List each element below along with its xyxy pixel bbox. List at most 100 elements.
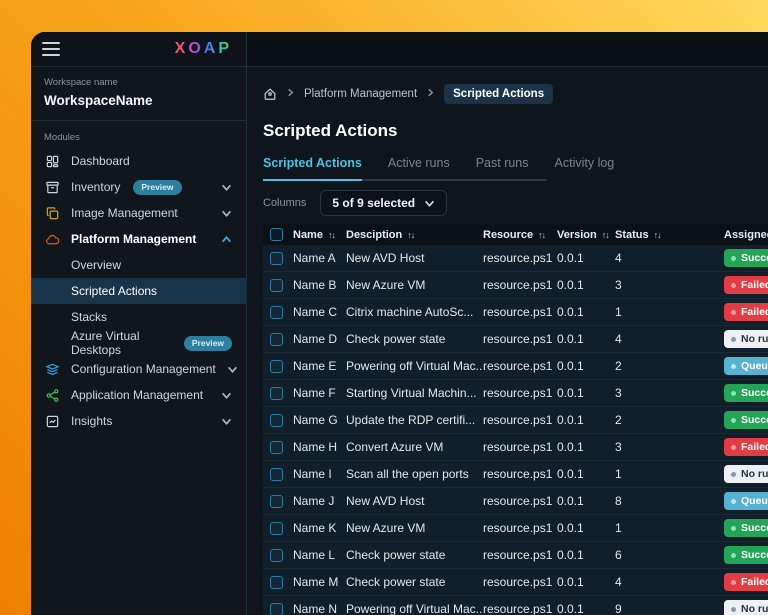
- column-header-desciption[interactable]: Desciption ↑↓: [346, 229, 483, 241]
- cell-name: Name L: [293, 548, 336, 562]
- table-row[interactable]: Name F Starting Virtual Machin... resource…: [263, 380, 768, 407]
- status-badge: Success: [724, 384, 768, 402]
- row-checkbox[interactable]: [270, 467, 283, 481]
- table-header-row: Name ↑↓ Desciption ↑↓ Resource ↑↓ Version ↑↓ Sta…: [263, 224, 768, 245]
- chevron-up-icon[interactable]: [221, 234, 232, 245]
- status-badge: Success: [724, 546, 768, 564]
- status-dot-icon: [731, 525, 736, 531]
- tab-past-runs[interactable]: Past runs: [476, 156, 529, 179]
- sort-icon[interactable]: ↑↓: [328, 230, 336, 240]
- table-row[interactable]: Name L Check power state resource.ps1 0.0.1…: [263, 542, 768, 569]
- sidebar-item-inventory[interactable]: Inventory Preview: [31, 174, 246, 200]
- sidebar-subitem-stacks[interactable]: Stacks: [31, 304, 246, 330]
- sort-icon[interactable]: ↑↓: [654, 230, 662, 240]
- sort-icon[interactable]: ↑↓: [602, 230, 610, 240]
- sidebar-subitem-label: Stacks: [71, 310, 108, 324]
- table-row[interactable]: Name A New AVD Host resource.ps1 0.0.1 4 Succ…: [263, 245, 768, 272]
- cell-description: New Azure VM: [346, 521, 426, 535]
- sidebar-item-insights[interactable]: Insights: [31, 408, 246, 434]
- chevron-down-icon[interactable]: [221, 390, 232, 401]
- sidebar-subitem-azure-virtual-desktops[interactable]: Azure Virtual Desktops Preview: [31, 329, 246, 357]
- row-checkbox[interactable]: [270, 602, 283, 615]
- sidebar-subitem-scripted-actions[interactable]: Scripted Actions: [31, 278, 246, 304]
- tab-activity-log[interactable]: Activity log: [555, 156, 615, 179]
- table-row[interactable]: Name G Update the RDP certifi... resource.…: [263, 407, 768, 434]
- table-row[interactable]: Name C Citrix machine AutoSc... resource.p…: [263, 299, 768, 326]
- table-row[interactable]: Name J New AVD Host resource.ps1 0.0.1 8 Queu…: [263, 488, 768, 515]
- chevron-right-icon: [286, 88, 295, 100]
- column-header-assigned-s[interactable]: Assigned S: [724, 229, 768, 241]
- chevron-down-icon[interactable]: [227, 364, 238, 375]
- sort-icon[interactable]: ↑↓: [407, 230, 415, 240]
- status-dot-icon: [731, 390, 736, 396]
- table-row[interactable]: Name I Scan all the open ports resource.ps…: [263, 461, 768, 488]
- row-checkbox[interactable]: [270, 575, 283, 589]
- columns-select[interactable]: 5 of 9 selected: [320, 190, 448, 216]
- status-badge-label: No runs: [741, 603, 768, 615]
- column-header-version[interactable]: Version ↑↓: [557, 229, 615, 241]
- row-checkbox[interactable]: [270, 305, 283, 319]
- chevron-down-icon[interactable]: [221, 416, 232, 427]
- chevron-down-icon[interactable]: [221, 182, 232, 193]
- tab-scripted-actions[interactable]: Scripted Actions: [263, 156, 362, 181]
- cell-description: Scan all the open ports: [346, 467, 469, 481]
- columns-select-value: 5 of 9 selected: [332, 196, 416, 210]
- cell-assigned: Success: [724, 519, 768, 537]
- tab-active-runs[interactable]: Active runs: [388, 156, 450, 179]
- table-row[interactable]: Name D Check power state resource.ps1 0.0.1…: [263, 326, 768, 353]
- cell-version: 0.0.1: [557, 359, 584, 373]
- table-row[interactable]: Name H Convert Azure VM resource.ps1 0.0.1 3…: [263, 434, 768, 461]
- row-checkbox[interactable]: [270, 251, 283, 265]
- cell-status: 4: [615, 332, 622, 346]
- breadcrumb-parent[interactable]: Platform Management: [304, 88, 417, 100]
- cell-resource: resource.ps1: [483, 413, 553, 427]
- row-checkbox[interactable]: [270, 278, 283, 292]
- cell-version: 0.0.1: [557, 521, 584, 535]
- table-row[interactable]: Name K New Azure VM resource.ps1 0.0.1 1 Succ…: [263, 515, 768, 542]
- column-header-name[interactable]: Name ↑↓: [293, 229, 346, 241]
- cell-assigned: No runs: [724, 330, 768, 348]
- column-header-status[interactable]: Status ↑↓: [615, 229, 724, 241]
- cell-status: 4: [615, 575, 622, 589]
- cell-name: Name I: [293, 467, 332, 481]
- status-badge-label: Failed: [741, 279, 768, 291]
- cell-resource: resource.ps1: [483, 440, 553, 454]
- chevron-down-icon[interactable]: [221, 208, 232, 219]
- cell-version: 0.0.1: [557, 332, 584, 346]
- sidebar-item-configuration-management[interactable]: Configuration Management: [31, 356, 246, 382]
- status-badge-label: Queued: [741, 360, 768, 372]
- table-row[interactable]: Name B New Azure VM resource.ps1 0.0.1 3 Fail…: [263, 272, 768, 299]
- row-checkbox[interactable]: [270, 413, 283, 427]
- row-checkbox[interactable]: [270, 386, 283, 400]
- sidebar-item-application-management[interactable]: Application Management: [31, 382, 246, 408]
- sidebar-item-label: Platform Management: [71, 232, 197, 246]
- status-badge-label: Failed: [741, 441, 768, 453]
- table-row[interactable]: Name M Check power state resource.ps1 0.0.1…: [263, 569, 768, 596]
- sort-icon[interactable]: ↑↓: [538, 230, 546, 240]
- table-row[interactable]: Name N Powering off Virtual Mac... resourc…: [263, 596, 768, 615]
- row-checkbox[interactable]: [270, 332, 283, 346]
- hamburger-menu-icon[interactable]: [42, 42, 60, 56]
- cell-description: Check power state: [346, 332, 446, 346]
- sidebar-item-dashboard[interactable]: Dashboard: [31, 148, 246, 174]
- chevron-right-icon: [426, 88, 435, 100]
- row-checkbox[interactable]: [270, 440, 283, 454]
- row-checkbox[interactable]: [270, 548, 283, 562]
- column-header-resource[interactable]: Resource ↑↓: [483, 229, 557, 241]
- sidebar-item-image-management[interactable]: Image Management: [31, 200, 246, 226]
- select-all-checkbox[interactable]: [270, 228, 283, 241]
- cell-resource: resource.ps1: [483, 386, 553, 400]
- configuration-management-icon: [44, 361, 60, 377]
- home-icon[interactable]: [263, 87, 277, 101]
- sidebar-subitem-overview[interactable]: Overview: [31, 252, 246, 278]
- sidebar-item-platform-management[interactable]: Platform Management: [31, 226, 246, 252]
- status-badge-label: No runs: [741, 333, 768, 345]
- cell-resource: resource.ps1: [483, 548, 553, 562]
- row-checkbox[interactable]: [270, 494, 283, 508]
- cell-name: Name C: [293, 305, 338, 319]
- row-checkbox[interactable]: [270, 359, 283, 373]
- workspace-section[interactable]: Workspace name WorkspaceName: [31, 67, 246, 121]
- row-checkbox[interactable]: [270, 521, 283, 535]
- cell-description: Check power state: [346, 548, 446, 562]
- table-row[interactable]: Name E Powering off Virtual Mac... resourc…: [263, 353, 768, 380]
